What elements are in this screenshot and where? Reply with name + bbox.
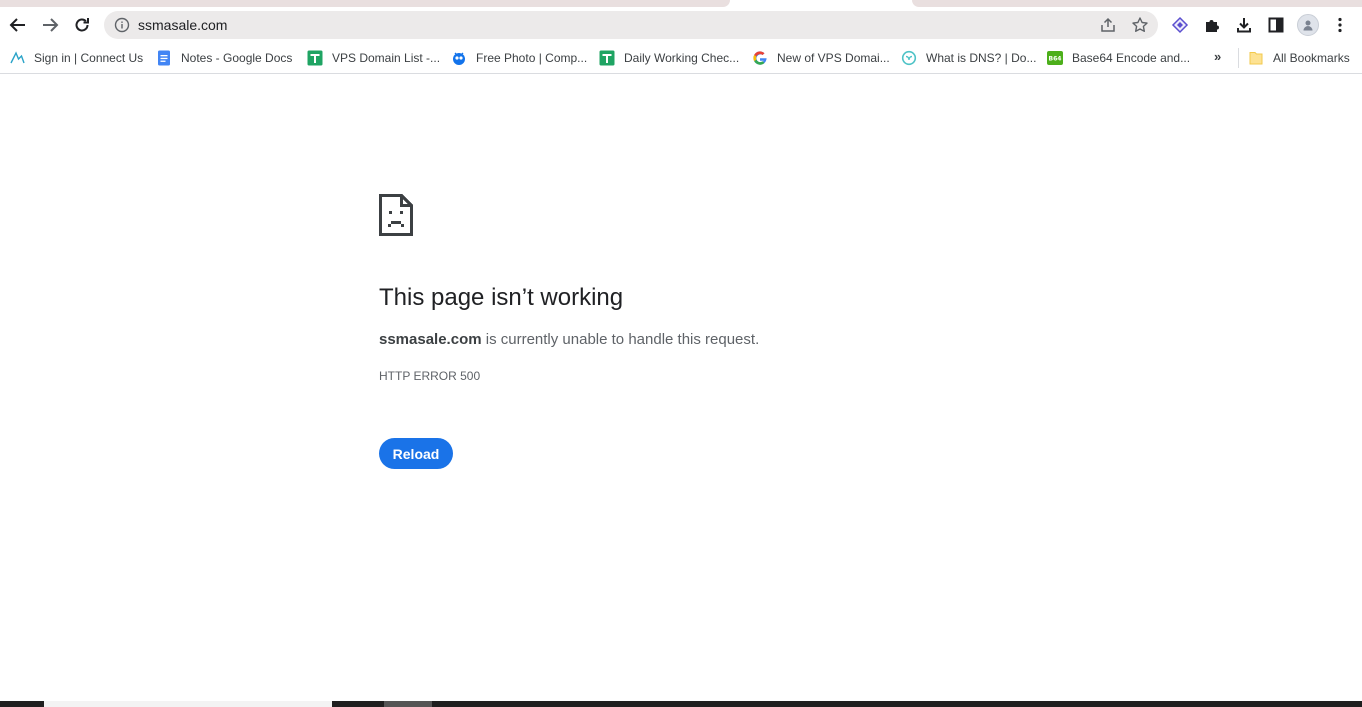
bookmarks-divider: [1238, 48, 1239, 68]
site-info-icon[interactable]: [114, 17, 130, 33]
bookmark-item[interactable]: New of VPS Domai...: [752, 48, 890, 68]
bookmark-item[interactable]: B64 Base64 Encode and...: [1047, 48, 1190, 68]
extensions-menu-button[interactable]: [1200, 13, 1224, 37]
back-arrow-icon: [9, 18, 25, 32]
bookmark-label: Notes - Google Docs: [181, 51, 293, 65]
bookmarks-bar: Sign in | Connect Us Notes - Google Docs…: [0, 42, 1362, 74]
reload-button[interactable]: Reload: [379, 438, 453, 469]
star-icon: [1132, 17, 1148, 32]
url-text[interactable]: ssmasale.com: [138, 17, 227, 33]
error-message: is currently unable to handle this reque…: [481, 331, 760, 348]
error-domain: ssmasale.com: [379, 331, 482, 348]
all-bookmarks-label: All Bookmarks: [1273, 51, 1350, 65]
bookmark-item[interactable]: Free Photo | Comp...: [451, 48, 587, 68]
sad-page-icon: [379, 194, 413, 236]
bookmark-label: Free Photo | Comp...: [476, 51, 588, 65]
cloudflare-icon: [901, 50, 917, 66]
browser-menu-button[interactable]: [1328, 13, 1352, 37]
forward-arrow-icon: [43, 18, 59, 32]
base64-icon: B64: [1047, 50, 1063, 66]
error-code: HTTP ERROR 500: [379, 369, 481, 383]
page-title: This page isn’t working: [379, 284, 624, 311]
svg-text:B64: B64: [1049, 56, 1062, 63]
back-button[interactable]: [4, 11, 32, 39]
bookmark-star-button[interactable]: [1130, 15, 1150, 35]
bookmark-label: What is DNS? | Do...: [926, 51, 1037, 65]
bookmark-item[interactable]: Sign in | Connect Us: [9, 48, 143, 68]
reload-toolbar-button[interactable]: [68, 11, 96, 39]
bookmark-item[interactable]: VPS Domain List -...: [307, 48, 440, 68]
browser-toolbar: ssmasale.com: [0, 8, 1362, 42]
google-icon: [752, 50, 768, 66]
bookmark-label: Sign in | Connect Us: [34, 51, 144, 65]
bookmark-label: Daily Working Chec...: [624, 51, 740, 65]
inactive-tab-area-right[interactable]: [912, 0, 1362, 7]
tab-strip: [0, 0, 1362, 8]
profile-avatar-icon: [1303, 20, 1313, 31]
bookmark-item[interactable]: Daily Working Chec...: [599, 48, 739, 68]
bookmark-item[interactable]: What is DNS? | Do...: [901, 48, 1036, 68]
forward-button[interactable]: [36, 11, 64, 39]
connect-icon: [9, 50, 25, 66]
error-description: ssmasale.com is currently unable to hand…: [379, 331, 759, 348]
share-icon: [1101, 17, 1115, 32]
google-sheets-icon: [307, 50, 323, 66]
bookmark-label: Base64 Encode and...: [1072, 51, 1191, 65]
share-button[interactable]: [1098, 15, 1118, 35]
more-bookmarks-button[interactable]: »: [1214, 49, 1221, 64]
freepik-icon: [451, 50, 467, 66]
download-icon: [1237, 18, 1251, 33]
side-panel-button[interactable]: [1264, 13, 1288, 37]
extension-button[interactable]: [1168, 13, 1192, 37]
downloads-button[interactable]: [1232, 13, 1256, 37]
avatar: [1297, 14, 1319, 36]
side-panel-icon: [1268, 17, 1284, 33]
taskbar: [0, 701, 1362, 707]
bookmark-item[interactable]: Notes - Google Docs: [156, 48, 292, 68]
google-docs-icon: [156, 50, 172, 66]
all-bookmarks-button[interactable]: All Bookmarks: [1248, 48, 1350, 68]
kebab-menu-icon: [1338, 17, 1342, 33]
inactive-tab-area[interactable]: [0, 0, 730, 7]
folder-icon: [1248, 50, 1264, 66]
bookmark-label: New of VPS Domai...: [777, 51, 890, 65]
bookmark-label: VPS Domain List -...: [332, 51, 441, 65]
taskbar-search-box[interactable]: [44, 701, 332, 707]
diamond-extension-icon: [1171, 16, 1189, 34]
refresh-icon: [75, 18, 89, 32]
puzzle-icon: [1206, 20, 1219, 32]
google-sheets-icon: [599, 50, 615, 66]
address-bar[interactable]: ssmasale.com: [104, 11, 1158, 39]
profile-button[interactable]: [1296, 13, 1320, 37]
taskbar-app[interactable]: [384, 701, 432, 707]
